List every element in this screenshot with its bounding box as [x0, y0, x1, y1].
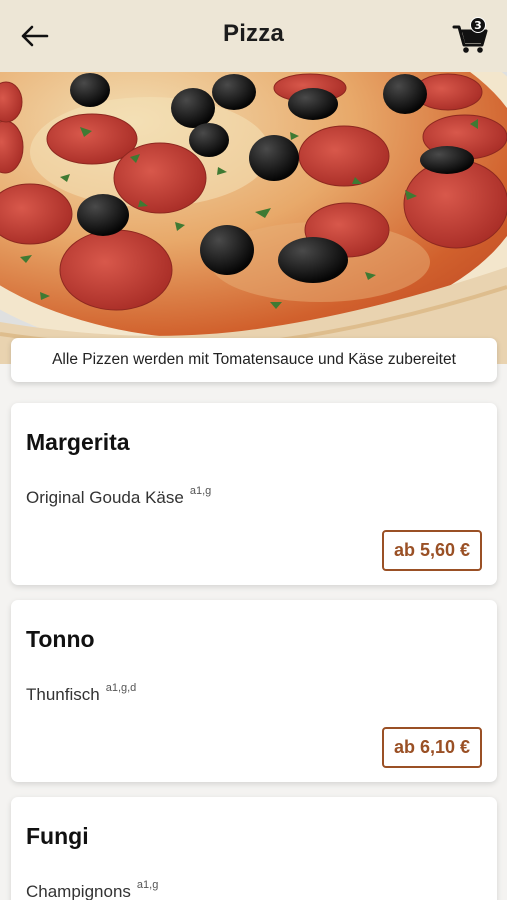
app-header: Pizza 3 — [0, 0, 507, 72]
menu-item-name: Margerita — [26, 429, 130, 455]
menu-item-card[interactable]: Margerita Original Gouda Käse a1,g ab 5,6… — [11, 403, 497, 585]
menu-item-description: Original Gouda Käse a1,g — [26, 485, 212, 507]
page-title: Pizza — [222, 20, 285, 47]
price-button[interactable]: ab 6,10 € — [381, 727, 482, 768]
menu-item-description: Thunfisch a1,g,d — [26, 682, 137, 704]
menu-item-name: Tonno — [26, 626, 95, 652]
cart-button[interactable]: 3 — [451, 16, 491, 56]
price-button[interactable]: ab 5,60 € — [381, 530, 482, 571]
hero-image — [0, 72, 507, 364]
menu-item-name: Fungi — [26, 823, 89, 849]
allergen-codes: a1,g — [136, 879, 159, 891]
menu-item-description: Champignons a1,g — [26, 879, 159, 900]
pizza-photo — [0, 72, 507, 364]
menu-item-card[interactable]: Tonno Thunfisch a1,g,d ab 6,10 € — [11, 600, 497, 782]
allergen-codes: a1,g — [189, 485, 212, 497]
menu-item-card[interactable]: Fungi Champignons a1,g — [11, 797, 497, 900]
preparation-notice: Alle Pizzen werden mit Tomatensauce und … — [11, 338, 497, 382]
allergen-codes: a1,g,d — [105, 682, 137, 694]
cart-count-badge: 3 — [470, 17, 486, 33]
